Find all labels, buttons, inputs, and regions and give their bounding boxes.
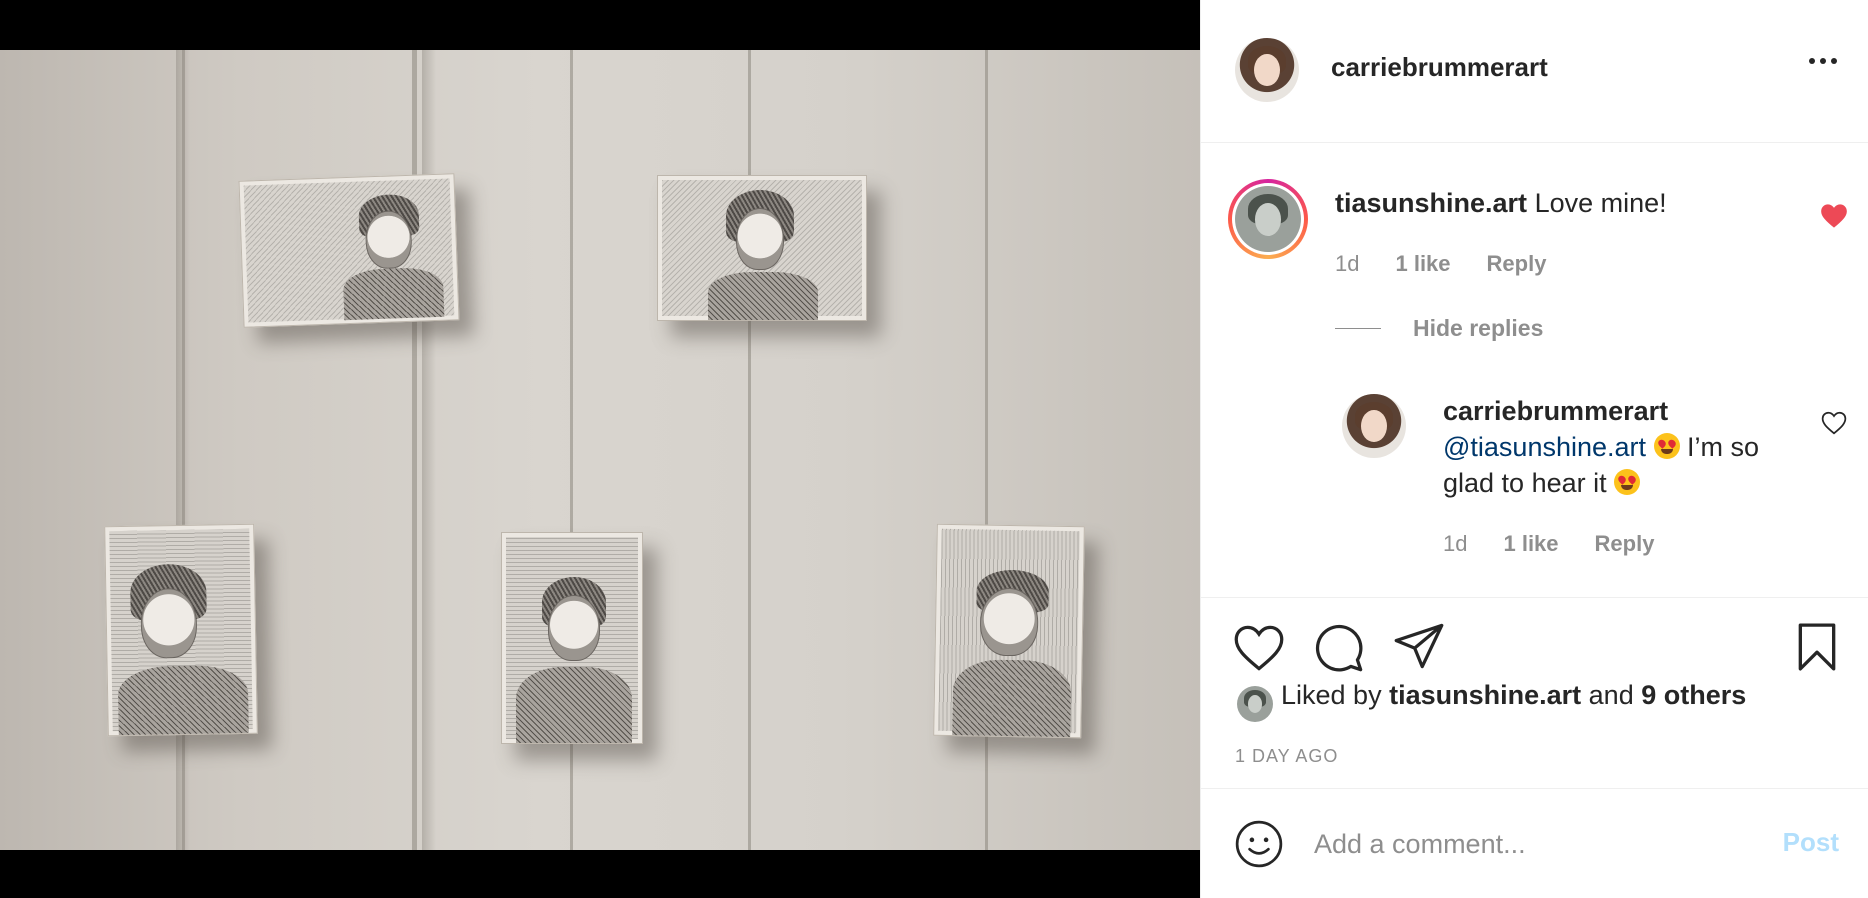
comment-text: Love mine! (1534, 188, 1667, 218)
post-timestamp[interactable]: 1 DAY AGO (1235, 746, 1338, 767)
reply-like-heart-icon[interactable] (1821, 411, 1847, 435)
likes-others-link[interactable]: 9 others (1641, 680, 1746, 710)
post-header: carriebrummerart (1201, 0, 1868, 143)
heart-eyes-emoji (1614, 469, 1641, 495)
author-avatar[interactable] (1235, 38, 1299, 102)
emoji-icon[interactable] (1234, 819, 1284, 869)
comment-body: tiasunshine.art Love mine! (1335, 185, 1667, 221)
commenter-avatar (1235, 186, 1301, 252)
heart-icon[interactable] (1233, 624, 1285, 672)
instagram-post-modal: carriebrummerart tiasunshine.art Love mi… (0, 0, 1868, 898)
artwork-canvas (501, 532, 643, 744)
reply-username[interactable]: carriebrummerart (1443, 396, 1668, 426)
comment-input[interactable] (1314, 819, 1744, 869)
liker-username[interactable]: tiasunshine.art (1389, 680, 1581, 710)
reply-text-part2: glad to hear it (1443, 468, 1607, 498)
liker-avatar[interactable] (1237, 686, 1273, 722)
comments-section: tiasunshine.art Love mine! 1d 1 like Rep… (1201, 143, 1868, 597)
bookmark-icon[interactable] (1795, 622, 1839, 672)
artwork-canvas (933, 523, 1085, 739)
comment-meta: 1d 1 like Reply (1335, 251, 1546, 277)
post-sidebar: carriebrummerart tiasunshine.art Love mi… (1200, 0, 1868, 898)
reply-meta: 1d 1 like Reply (1443, 531, 1654, 557)
comment-likes[interactable]: 1 like (1395, 251, 1450, 277)
wall-seam (748, 50, 751, 850)
artwork-canvas (104, 523, 258, 737)
reply-author-avatar[interactable] (1342, 394, 1406, 458)
reply-mention[interactable]: @tiasunshine.art (1443, 432, 1646, 462)
add-comment-bar: Post (1201, 788, 1868, 898)
likes-summary: Liked by tiasunshine.art and 9 others (1281, 680, 1747, 710)
comment-age: 1d (1335, 251, 1360, 276)
post-actions: Liked by tiasunshine.art and 9 others 1 … (1201, 597, 1868, 787)
artwork-canvas (657, 175, 867, 321)
reply-age: 1d (1443, 531, 1468, 556)
author-username[interactable]: carriebrummerart (1331, 52, 1548, 83)
more-options-icon[interactable] (1809, 58, 1837, 64)
wall-shadow (422, 50, 436, 850)
story-ring[interactable] (1228, 179, 1308, 259)
reply-button[interactable]: Reply (1487, 251, 1547, 277)
comment-like-heart-icon[interactable] (1820, 203, 1848, 229)
reply-body: carriebrummerart @tiasunshine.art I’m so… (1443, 393, 1803, 501)
comment-icon[interactable] (1313, 622, 1365, 674)
post-comment-button[interactable]: Post (1783, 827, 1839, 858)
wall-seam (412, 50, 417, 850)
heart-eyes-emoji (1653, 433, 1680, 459)
reply-likes[interactable]: 1 like (1503, 531, 1558, 557)
reply-text-part1: I’m so (1687, 432, 1760, 462)
post-photo[interactable] (0, 50, 1200, 850)
comment-username[interactable]: tiasunshine.art (1335, 188, 1527, 218)
artwork-canvas (238, 173, 460, 328)
share-icon[interactable] (1393, 622, 1445, 670)
hide-replies-button[interactable]: Hide replies (1335, 315, 1543, 342)
post-media (0, 0, 1200, 898)
reply-reply-button[interactable]: Reply (1595, 531, 1655, 557)
